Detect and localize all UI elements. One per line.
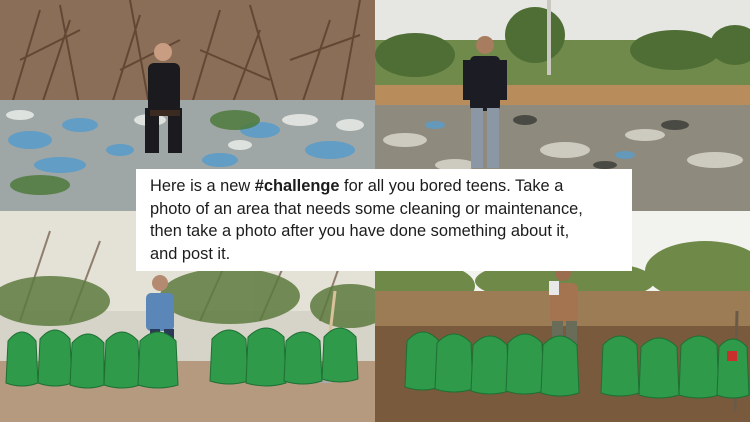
caption-line-3: then take a photo after you have done so… <box>150 222 570 240</box>
challenge-caption: Here is a new #challenge for all you bor… <box>136 169 632 271</box>
caption-line-4: and post it. <box>150 244 231 263</box>
challenge-hashtag: #challenge <box>254 177 340 195</box>
caption-text: for all you bored teens. Take a <box>339 177 564 195</box>
collage: Here is a new #challenge for all you bor… <box>0 0 750 422</box>
caption-text: Here is a new <box>150 177 255 195</box>
caption-line-1: Here is a new #challenge for all you bor… <box>150 175 622 198</box>
caption-line-2: photo of an area that needs some cleanin… <box>150 199 583 218</box>
